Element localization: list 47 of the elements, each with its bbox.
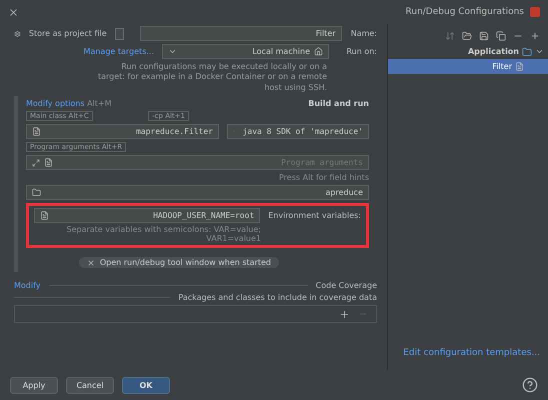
folder-icon	[522, 46, 532, 56]
environment-hint: Separate variables with semicolons: VAR=value; VAR1=value1	[65, 225, 262, 244]
field-hints-text: Press Alt for field hints	[278, 173, 369, 182]
chevron-icon	[535, 47, 544, 56]
browse-icon[interactable]	[32, 127, 41, 136]
folder-icon[interactable]	[462, 31, 472, 41]
add-icon[interactable]	[530, 31, 540, 41]
ok-button[interactable]: OK	[122, 376, 170, 394]
environment-label: Environment variables:	[268, 211, 361, 220]
name-field[interactable]: Filter	[140, 26, 342, 41]
edit-templates-link[interactable]: Edit configuration templates...	[388, 348, 548, 370]
close-icon[interactable]	[86, 258, 95, 267]
window-title: Run/Debug Configurations	[404, 7, 524, 17]
sdk-dropdown[interactable]: java 8 SDK of 'mapreduce'	[227, 124, 369, 140]
dialog-button[interactable]: Apply	[10, 376, 58, 394]
modify-options-link[interactable]: Modify options Alt+M	[26, 99, 112, 108]
add-icon[interactable]	[339, 308, 350, 320]
store-label: Store as project file	[28, 29, 107, 38]
dialog-button[interactable]: Cancel	[66, 376, 114, 394]
manage-targets-link[interactable]: Manage targets...	[84, 47, 154, 56]
store-checkbox[interactable]	[114, 28, 124, 40]
expand-icon[interactable]	[32, 158, 40, 167]
list-icon[interactable]	[40, 211, 49, 220]
packages-label: Packages and classes to include in coverage data	[178, 293, 377, 302]
help-text: Run configurations may be executed locally or on a target: for example in a Docker Container or on a remote host using SSH.	[96, 62, 327, 94]
section-heading: Build and run	[308, 99, 369, 108]
modify-link[interactable]: Modify	[14, 281, 41, 290]
settings-icon[interactable]	[14, 28, 21, 38]
help-icon[interactable]	[522, 377, 538, 393]
section-heading: Code Coverage	[316, 281, 377, 290]
file-icon	[515, 62, 524, 71]
environment-field[interactable]: HADOOP_USER_NAME=root	[34, 208, 260, 224]
tree-item[interactable]: Filter	[388, 59, 548, 74]
main-class-field[interactable]: mapreduce.Filter	[26, 124, 219, 140]
copy-icon[interactable]	[496, 31, 506, 41]
app-icon	[530, 7, 540, 17]
working-directory-field[interactable]: apreduce	[26, 185, 369, 200]
option-tag[interactable]: Open run/debug tool window when started	[78, 257, 279, 268]
run-on-label: Run on:	[345, 47, 377, 56]
home-icon	[314, 47, 323, 56]
folder-icon[interactable]	[32, 188, 41, 198]
tree-item[interactable]: Application	[388, 44, 548, 59]
save-icon[interactable]	[479, 31, 489, 41]
name-label: Name:	[350, 29, 377, 38]
list-icon[interactable]	[44, 158, 53, 168]
close-icon[interactable]	[8, 6, 19, 18]
run-on-dropdown[interactable]: Local machine	[162, 44, 329, 59]
